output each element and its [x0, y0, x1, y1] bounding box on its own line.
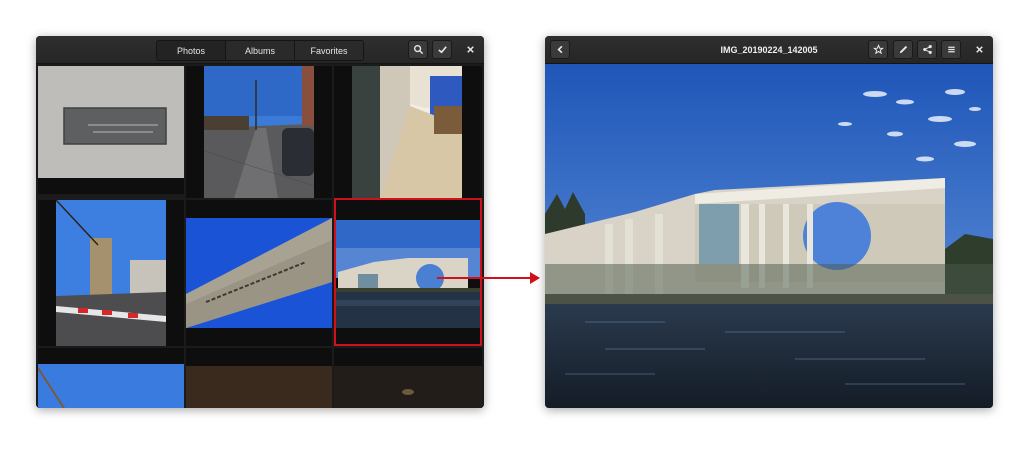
viewer-close-button[interactable] — [969, 40, 989, 59]
menu-icon — [947, 46, 955, 53]
share-button[interactable] — [917, 40, 937, 59]
menu-button[interactable] — [941, 40, 961, 59]
close-icon — [975, 46, 983, 53]
viewer-window: IMG_20190224_142005 — [545, 36, 993, 408]
edit-button[interactable] — [893, 40, 913, 59]
favorite-button[interactable] — [868, 40, 888, 59]
share-icon — [922, 45, 932, 54]
viewer-headerbar: IMG_20190224_142005 — [545, 36, 993, 64]
chancellery-photo — [545, 64, 993, 408]
pencil-icon — [899, 45, 907, 54]
star-icon — [872, 44, 884, 55]
photo-view[interactable] — [545, 64, 993, 408]
